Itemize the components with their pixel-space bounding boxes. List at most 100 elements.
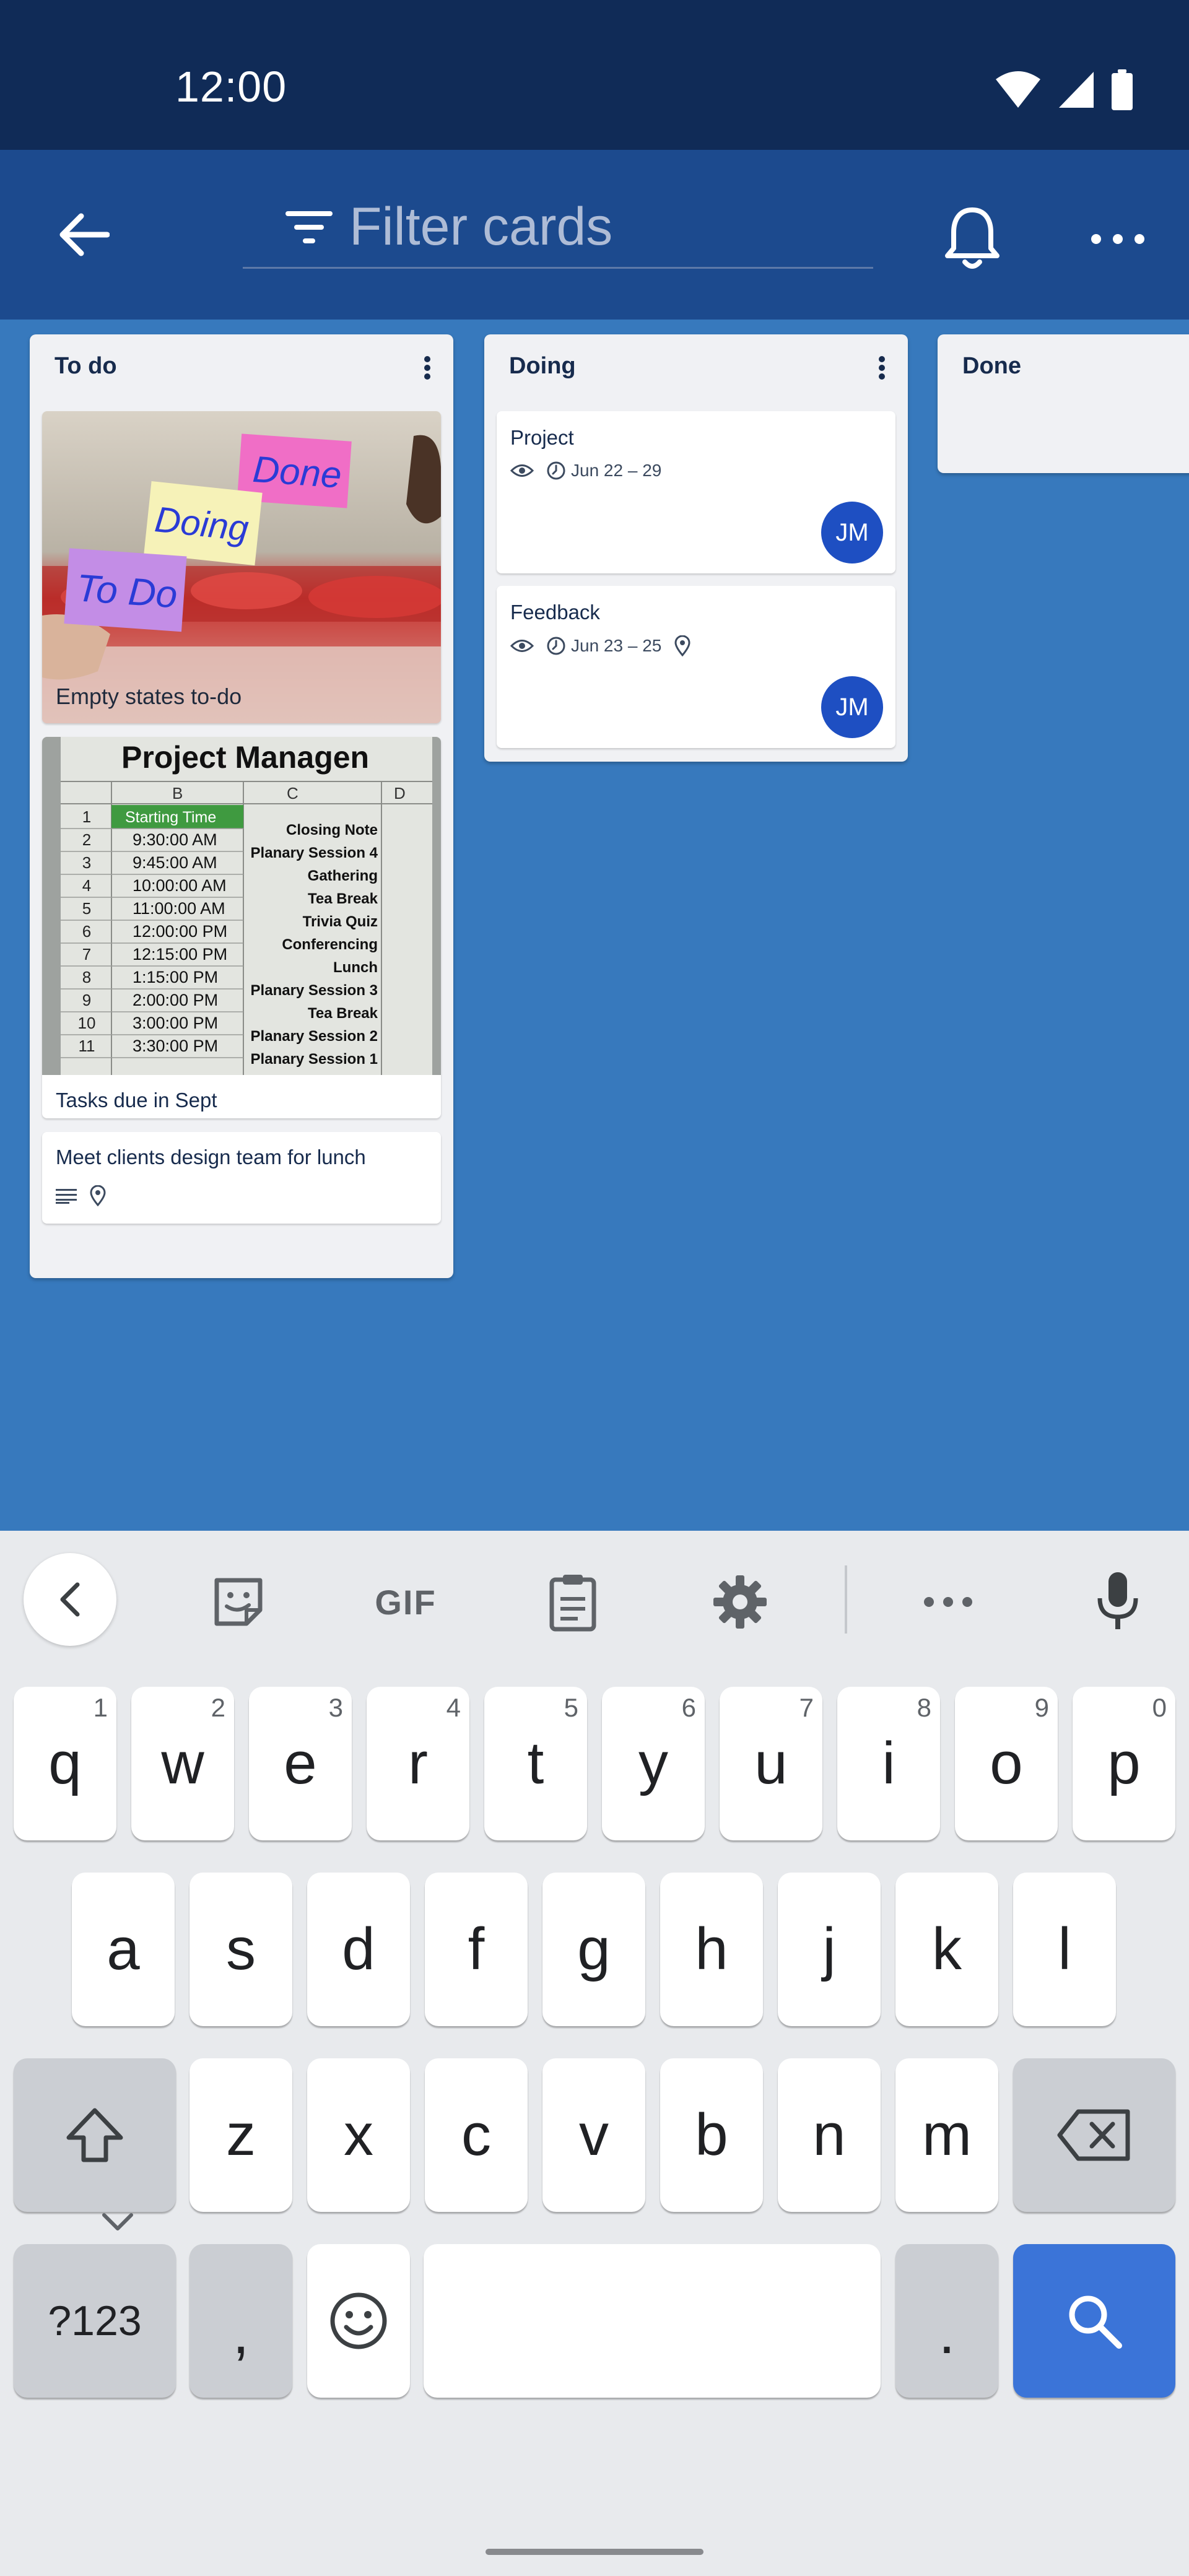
key-w[interactable]: 2w: [131, 1687, 234, 1840]
key-k[interactable]: k: [895, 1873, 998, 2026]
key-j[interactable]: j: [778, 1873, 881, 2026]
key-z[interactable]: z: [189, 2058, 292, 2212]
sheet-time-cell: 12:00:00 PM: [133, 922, 227, 941]
sheet-event-cell: Planary Session 1: [251, 1051, 378, 1068]
backspace-key[interactable]: [1013, 2058, 1175, 2212]
card-empty-states[interactable]: Done Doing To Do Empty states to-do: [42, 411, 441, 723]
key-hint: 6: [681, 1693, 696, 1722]
key-label: q: [48, 1730, 82, 1796]
key-d[interactable]: d: [307, 1873, 410, 2026]
svg-text:B: B: [172, 784, 183, 803]
period-key[interactable]: .: [895, 2244, 998, 2398]
clock-icon: [547, 637, 565, 655]
key-v[interactable]: v: [542, 2058, 645, 2212]
key-e[interactable]: 3e: [249, 1687, 352, 1840]
key-o[interactable]: 9o: [955, 1687, 1058, 1840]
filter-field[interactable]: [243, 187, 873, 269]
sheet-time-cell: 10:00:00 AM: [133, 876, 227, 895]
member-avatar[interactable]: JM: [821, 676, 883, 738]
list-to-do: To do Done Doing To Do Empty states to-d…: [30, 334, 453, 1278]
backspace-icon: [1057, 2109, 1130, 2161]
member-avatar[interactable]: JM: [821, 502, 883, 564]
board: To do Done Doing To Do Empty states to-d…: [0, 320, 1189, 1531]
key-hint: 3: [328, 1693, 343, 1722]
key-l[interactable]: l: [1013, 1873, 1116, 2026]
key-r[interactable]: 4r: [367, 1687, 469, 1840]
key-hint: 7: [799, 1693, 814, 1722]
sheet-event-cell: Planary Session 4: [251, 845, 378, 861]
key-label: r: [408, 1730, 428, 1796]
paperclip-icon: [56, 1116, 76, 1118]
toolbar-divider: [845, 1565, 847, 1634]
sheet-event-cell: Lunch: [333, 959, 378, 976]
sticker-button[interactable]: [192, 1556, 285, 1648]
sheet-event-cell: Closing Note: [286, 822, 378, 838]
key-p[interactable]: 0p: [1073, 1687, 1175, 1840]
more-horizontal-icon: [924, 1597, 972, 1607]
description-icon: [56, 1189, 77, 1204]
space-key[interactable]: [424, 2244, 881, 2398]
keyboard-toolbar: GIF: [0, 1531, 1189, 1667]
filter-input[interactable]: [349, 196, 845, 258]
sheet-time-cell: 9:30:00 AM: [133, 830, 217, 849]
toolbar-collapse-button[interactable]: [24, 1553, 116, 1646]
emoji-key[interactable]: [307, 2244, 410, 2398]
key-q[interactable]: 1q: [14, 1687, 116, 1840]
comma-key-label: ,: [232, 2300, 250, 2366]
search-key[interactable]: [1013, 2244, 1175, 2398]
sheet-event-cell: Gathering: [308, 868, 378, 884]
keyboard-hide-button[interactable]: [93, 2197, 142, 2247]
key-g[interactable]: g: [542, 1873, 645, 2026]
key-c[interactable]: c: [425, 2058, 528, 2212]
voice-input-button[interactable]: [1071, 1556, 1164, 1648]
due-date-badge: Jun 23 – 25: [546, 636, 661, 656]
key-i[interactable]: 8i: [837, 1687, 940, 1840]
key-u[interactable]: 7u: [720, 1687, 822, 1840]
card-badges: Jun 22 – 29: [510, 461, 661, 481]
settings-button[interactable]: [694, 1556, 786, 1648]
list-title: Done: [962, 353, 1021, 379]
comma-key[interactable]: ,: [189, 2244, 292, 2398]
svg-text:D: D: [394, 784, 406, 803]
home-indicator[interactable]: [486, 2549, 703, 2555]
clock-icon: [547, 461, 565, 480]
keyboard: GIF 1q2w3e4r5t6y7u8i9o0p asdfghjkl zxcvb…: [0, 1531, 1189, 2576]
sheet-row-number: 10: [78, 1014, 96, 1032]
card-tasks-due[interactable]: Project Managen B C D Starting Time 1 2 3 4 5…: [42, 737, 441, 1118]
key-h[interactable]: h: [660, 1873, 763, 2026]
gif-button[interactable]: GIF: [359, 1556, 452, 1648]
list-menu-button[interactable]: [409, 349, 446, 386]
key-s[interactable]: s: [189, 1873, 292, 2026]
key-b[interactable]: b: [660, 2058, 763, 2212]
key-f[interactable]: f: [425, 1873, 528, 2026]
key-n[interactable]: n: [778, 2058, 881, 2212]
key-m[interactable]: m: [895, 2058, 998, 2212]
notifications-button[interactable]: [935, 202, 1009, 276]
sheet-time-cell: 1:15:00 PM: [133, 968, 218, 986]
list-menu-button[interactable]: [863, 349, 900, 386]
list-title: Doing: [509, 353, 576, 379]
key-x[interactable]: x: [307, 2058, 410, 2212]
attachment-count: 1: [81, 1116, 90, 1118]
key-a[interactable]: a: [72, 1873, 175, 2026]
due-date-text: Jun 22 – 29: [571, 461, 662, 480]
clipboard-button[interactable]: [526, 1556, 619, 1648]
shift-key[interactable]: [14, 2058, 176, 2212]
key-label: w: [161, 1730, 204, 1796]
card-cover-spreadsheet: Project Managen B C D Starting Time 1 2 3 4 5…: [42, 737, 441, 1075]
card-title: Feedback: [510, 601, 600, 624]
sheet-row-number: 7: [82, 945, 91, 964]
back-button[interactable]: [50, 207, 118, 263]
symbols-key[interactable]: ?123: [14, 2244, 176, 2398]
location-pin-icon: [674, 635, 690, 656]
key-y[interactable]: 6y: [602, 1687, 705, 1840]
card-feedback[interactable]: Feedback Jun 23 – 25 JM: [497, 586, 895, 748]
key-t[interactable]: 5t: [484, 1687, 587, 1840]
more-options-button[interactable]: [1081, 202, 1155, 276]
status-time: 12:00: [175, 63, 287, 111]
card-project[interactable]: Project Jun 22 – 29 JM: [497, 411, 895, 573]
location-pin-icon: [90, 1185, 106, 1206]
toolbar-more-button[interactable]: [902, 1556, 995, 1648]
card-meet-clients[interactable]: Meet clients design team for lunch: [42, 1132, 441, 1224]
sheet-row-number: 8: [82, 968, 91, 986]
